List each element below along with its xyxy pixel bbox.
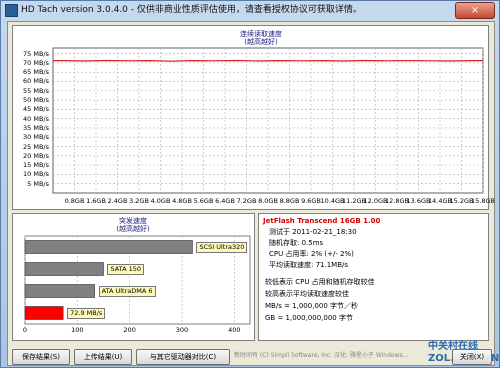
read-y-tick-label: 65 MB/s <box>23 68 49 77</box>
close-button[interactable]: 关闭(X) <box>452 349 492 365</box>
random-access: 随机存取: 0.5ms <box>269 239 324 247</box>
read-y-tick-label: 25 MB/s <box>23 142 49 151</box>
save-results-button[interactable]: 保存结果(S) <box>12 349 70 365</box>
read-x-tick-label: 14.4GB <box>428 197 452 205</box>
average-read: 平均读取速度: 71.1MB/s <box>269 261 349 269</box>
read-x-tick-label: 4.8GB <box>172 197 192 205</box>
burst-x-tick-label: 400 <box>228 326 241 334</box>
read-x-tick-label: 5.6GB <box>193 197 214 205</box>
read-x-tick-label: 13.6GB <box>406 197 431 205</box>
read-y-tick-label: 40 MB/s <box>23 114 49 123</box>
results-panel: JetFlash Transcend 16GB 1.00 测试于 2011-02… <box>258 213 489 341</box>
read-y-tick-label: 70 MB/s <box>23 58 49 67</box>
read-x-tick-label: 8.0GB <box>258 197 278 205</box>
burst-bar <box>24 262 104 276</box>
read-x-tick-label: 12.8GB <box>385 197 409 205</box>
window-close-button[interactable]: × <box>455 2 495 19</box>
read-x-tick-label: 12.0GB <box>363 197 388 205</box>
client-area: 连续读取速度 (越高越好) 75 MB/s 70 MB/s 65 MB/s 60 MB… <box>7 21 499 366</box>
read-speed-panel: 连续读取速度 (越高越好) 75 MB/s 70 MB/s 65 MB/s 60 MB… <box>12 25 495 210</box>
burst-speed-panel: 突发速度 (越高越好) 0 100 200 300 400 SCSI Ultra320 SA… <box>12 213 255 341</box>
read-x-tick-label: 4.0GB <box>150 197 171 205</box>
test-date: 测试于 2011-02-21_18:30 <box>269 228 357 236</box>
read-y-tick-label: 75 MB/s <box>23 49 49 58</box>
app-window: HD Tach version 3.0.4.0 - 仅供非商业性质评估使用，请查… <box>0 0 500 368</box>
burst-bar-label: 72.9 MB/s <box>67 307 106 319</box>
burst-x-tick-label: 200 <box>123 326 136 334</box>
burst-x-tick-label: 300 <box>175 326 189 334</box>
note-read: 较高表示平均读取速度较佳 <box>265 290 349 298</box>
read-y-tick-label: 5 MB/s <box>27 179 49 188</box>
read-y-tick-label: 60 MB/s <box>23 77 49 86</box>
cpu-usage: CPU 占用率: 2% (+/- 2%) <box>269 250 354 258</box>
read-y-tick-label: 20 MB/s <box>23 151 49 160</box>
upload-results-button[interactable]: 上传结果(U) <box>74 349 132 365</box>
burst-bar <box>24 284 95 298</box>
read-x-tick-label: 6.4GB <box>215 197 235 205</box>
burst-bar <box>24 240 193 254</box>
app-icon <box>5 4 18 17</box>
read-x-tick-label: 15.2GB <box>449 197 474 205</box>
read-x-tick-label: 10.4GB <box>320 197 345 205</box>
burst-bar-label: SCSI Ultra320 <box>196 241 248 253</box>
unit-mb: MB/s = 1,000,000 字节／秒 <box>265 302 359 310</box>
read-x-tick-label: 0.8GB <box>64 197 85 205</box>
unit-gb: GB = 1,000,000,000 字节 <box>265 314 353 322</box>
read-y-tick-label: 45 MB/s <box>23 105 49 114</box>
read-x-tick-label: 8.8GB <box>279 197 300 205</box>
read-x-tick-label: 1.6GB <box>86 197 106 205</box>
compare-drives-button[interactable]: 与其它驱动器对比(C) <box>136 349 230 365</box>
read-speed-line <box>53 59 483 62</box>
read-x-tick-label: 2.4GB <box>107 197 128 205</box>
burst-x-tick-label: 100 <box>71 326 84 334</box>
read-y-tick-label: 35 MB/s <box>23 123 49 132</box>
read-y-tick-label: 30 MB/s <box>23 133 49 142</box>
note-cpu: 较低表示 CPU 占用和随机存取较佳 <box>265 278 375 286</box>
burst-bar <box>24 306 64 320</box>
read-x-tick-label: 15.8GB <box>471 197 495 205</box>
read-x-tick-label: 3.2GB <box>129 197 149 205</box>
drive-name: JetFlash Transcend 16GB 1.00 <box>263 217 381 225</box>
read-x-tick-label: 7.2GB <box>236 197 257 205</box>
burst-speed-chart <box>24 235 251 325</box>
read-y-tick-label: 10 MB/s <box>23 170 49 179</box>
window-title: HD Tach version 3.0.4.0 - 仅供非商业性质评估使用，请查… <box>21 5 362 15</box>
read-speed-chart <box>52 47 484 194</box>
read-y-tick-label: 55 MB/s <box>23 86 49 95</box>
read-y-tick-label: 15 MB/s <box>23 161 49 170</box>
read-y-tick-label: 50 MB/s <box>23 96 49 105</box>
burst-x-tick-label: 0 <box>22 326 28 334</box>
title-bar: HD Tach version 3.0.4.0 - 仅供非商业性质评估使用，请查… <box>1 1 499 19</box>
burst-bar-label: ATA UltraDMA 6 <box>98 285 156 297</box>
read-x-tick-label: 11.2GB <box>342 197 366 205</box>
burst-bar-label: SATA 150 <box>107 263 145 275</box>
read-x-tick-label: 9.6GB <box>301 197 321 205</box>
footer-credits: 新时间有 (C) Simpli Software, Inc. 汉化: 雅星小子 … <box>234 352 409 359</box>
